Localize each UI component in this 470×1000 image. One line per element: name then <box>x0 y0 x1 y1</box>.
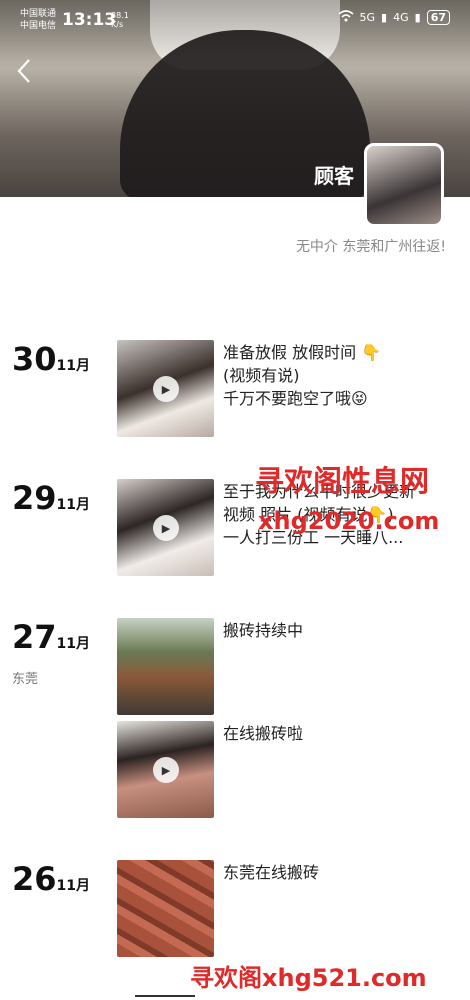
post-thumbnail[interactable] <box>117 618 214 715</box>
post-date: 2711月 <box>12 618 90 656</box>
post-month: 11月 <box>56 878 91 894</box>
carrier-2: 中国电信 <box>20 21 57 31</box>
signal-5g: 5G <box>359 11 376 24</box>
post-thumbnail[interactable]: ▶ <box>117 721 214 818</box>
post-day: 27 <box>12 618 57 656</box>
caption-line: 东莞在线搬砖 <box>223 863 320 882</box>
play-icon: ▶ <box>153 376 179 402</box>
back-button[interactable] <box>16 58 32 91</box>
status-bar: 中国联通 中国电信 13:13 38.1 K/s 5G ▮ 4G ▮ 67 <box>0 0 470 40</box>
system-icons: 5G ▮ 4G ▮ 67 <box>337 10 450 25</box>
signal-icon: ▮ <box>381 11 388 24</box>
post-month: 11月 <box>56 497 91 513</box>
post-thumbnail[interactable] <box>117 860 214 957</box>
caption-line: 在线搬砖啦 <box>223 724 304 743</box>
post-date: 2611月 <box>12 860 90 898</box>
post-thumbnail[interactable]: ▶ <box>117 340 214 437</box>
network-speed: 38.1 K/s <box>111 11 129 29</box>
clock: 13:13 <box>62 10 117 30</box>
speed-value: 38.1 <box>111 11 129 20</box>
battery-indicator: 67 <box>426 10 450 25</box>
play-icon: ▶ <box>153 757 179 783</box>
post-day: 29 <box>12 479 57 517</box>
post-date: 2911月 <box>12 479 90 517</box>
profile-name: 顾客 <box>314 164 354 188</box>
caption-line: (视频有说) <box>223 366 300 385</box>
post-location: 东莞 <box>12 672 39 687</box>
post-day: 30 <box>12 340 57 378</box>
caption-line: 千万不要跑空了哦😝 <box>223 389 368 408</box>
chevron-left-icon <box>17 59 30 83</box>
post-caption[interactable]: 搬砖持续中 <box>223 619 463 642</box>
speed-unit: K/s <box>111 20 124 29</box>
post-day: 26 <box>12 860 57 898</box>
carrier-labels: 中国联通 中国电信 <box>20 8 56 32</box>
wifi-icon <box>337 10 354 25</box>
post-date: 3011月 <box>12 340 90 378</box>
profile-bio: 无中介 东莞和广州往返! <box>295 239 446 255</box>
carrier-1: 中国联通 <box>20 9 57 19</box>
watermark-2: xhg2020.com <box>258 507 440 535</box>
signal-icon-2: ▮ <box>414 11 421 24</box>
post-month: 11月 <box>56 636 91 652</box>
caption-line: 准备放假 放假时间 👇 <box>223 343 382 362</box>
signal-4g: 4G <box>393 11 409 24</box>
post-thumbnail[interactable]: ▶ <box>117 479 214 576</box>
divider <box>135 995 195 997</box>
post-month: 11月 <box>56 358 91 374</box>
play-icon: ▶ <box>153 515 179 541</box>
post-caption[interactable]: 在线搬砖啦 <box>223 722 463 745</box>
watermark-1: 寻欢阁性息网 <box>255 464 430 498</box>
post-caption[interactable]: 准备放假 放假时间 👇 (视频有说) 千万不要跑空了哦😝 <box>223 341 463 410</box>
post-caption[interactable]: 东莞在线搬砖 <box>223 861 463 884</box>
caption-line: 搬砖持续中 <box>223 621 304 640</box>
watermark-3: 寻欢阁xhg521.com <box>190 964 427 992</box>
avatar[interactable] <box>364 143 444 227</box>
